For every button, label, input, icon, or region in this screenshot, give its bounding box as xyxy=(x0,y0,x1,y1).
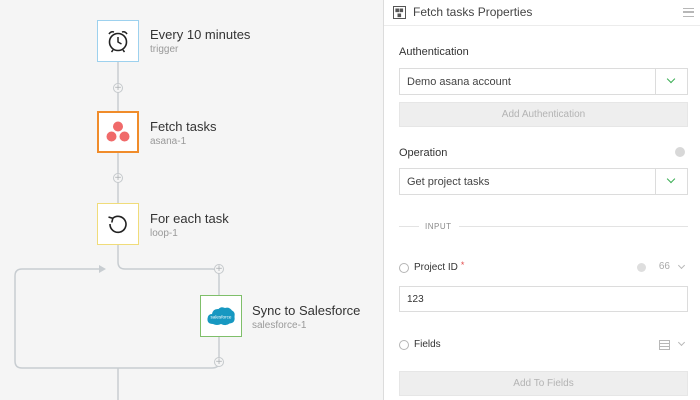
dropdown-toggle[interactable] xyxy=(655,169,687,194)
field-type-dot xyxy=(637,263,646,272)
properties-icon: ■■ ■ xyxy=(393,6,406,19)
section-divider xyxy=(399,226,419,227)
add-step-button[interactable]: + xyxy=(214,264,224,274)
operation-label: Operation xyxy=(399,147,448,159)
add-step-button[interactable]: + xyxy=(113,173,123,183)
project-id-value: 123 xyxy=(407,294,424,305)
node-title: Sync to Salesforce xyxy=(252,303,361,318)
operation-value: Get project tasks xyxy=(407,176,490,188)
authentication-label: Authentication xyxy=(399,46,469,58)
alarm-clock-icon xyxy=(108,30,128,53)
add-step-button[interactable]: + xyxy=(113,83,123,93)
field-label-text: Project ID xyxy=(414,262,458,273)
help-icon[interactable] xyxy=(675,147,685,157)
chevron-down-icon xyxy=(666,74,676,84)
menu-icon[interactable] xyxy=(683,8,694,17)
chevron-down-icon xyxy=(666,174,676,184)
authentication-select[interactable]: Demo asana account xyxy=(399,68,688,95)
add-authentication-button[interactable]: Add Authentication xyxy=(399,102,688,127)
dropdown-toggle[interactable] xyxy=(655,69,687,94)
loop-arrowhead xyxy=(99,265,106,273)
salesforce-node[interactable]: salesforce xyxy=(200,295,242,337)
section-divider xyxy=(459,226,688,227)
panel-header: ■■ ■ Fetch tasks Properties xyxy=(384,0,700,26)
authentication-value: Demo asana account xyxy=(407,76,511,88)
project-id-label: Project ID * xyxy=(414,260,465,273)
input-section-label: INPUT xyxy=(425,222,452,231)
asana-node[interactable] xyxy=(97,111,139,153)
required-marker: * xyxy=(460,260,465,270)
add-to-fields-button[interactable]: Add To Fields xyxy=(399,371,688,396)
loop-node[interactable] xyxy=(97,203,139,245)
node-title: Every 10 minutes xyxy=(150,27,251,42)
project-id-radio[interactable] xyxy=(399,263,409,273)
trigger-node[interactable] xyxy=(97,20,139,62)
loop-arrow-icon xyxy=(108,215,127,234)
salesforce-icon: salesforce xyxy=(207,307,235,326)
salesforce-wordmark: salesforce xyxy=(211,315,232,320)
project-id-input[interactable]: 123 xyxy=(399,286,688,312)
node-subtitle: salesforce-1 xyxy=(252,320,307,331)
fields-label: Fields xyxy=(414,339,441,350)
panel-title: Fetch tasks Properties xyxy=(413,5,533,19)
asana-icon xyxy=(106,121,130,142)
node-subtitle: loop-1 xyxy=(150,228,178,239)
node-subtitle: asana-1 xyxy=(150,136,187,147)
chevron-down-icon[interactable] xyxy=(677,338,686,347)
field-type-badge[interactable]: 66 xyxy=(659,261,670,272)
properties-panel: ■■ ■ Fetch tasks Properties Authenticati… xyxy=(383,0,700,400)
fields-radio[interactable] xyxy=(399,340,409,350)
node-title: For each task xyxy=(150,211,229,226)
node-subtitle: trigger xyxy=(150,44,179,55)
workflow-canvas[interactable]: Every 10 minutes trigger + Fetch tasks a… xyxy=(0,0,383,400)
list-icon[interactable] xyxy=(659,340,670,350)
operation-select[interactable]: Get project tasks xyxy=(399,168,688,195)
node-title: Fetch tasks xyxy=(150,119,217,134)
chevron-down-icon[interactable] xyxy=(677,261,686,270)
connector-lines xyxy=(14,62,220,400)
add-step-button[interactable]: + xyxy=(214,357,224,367)
